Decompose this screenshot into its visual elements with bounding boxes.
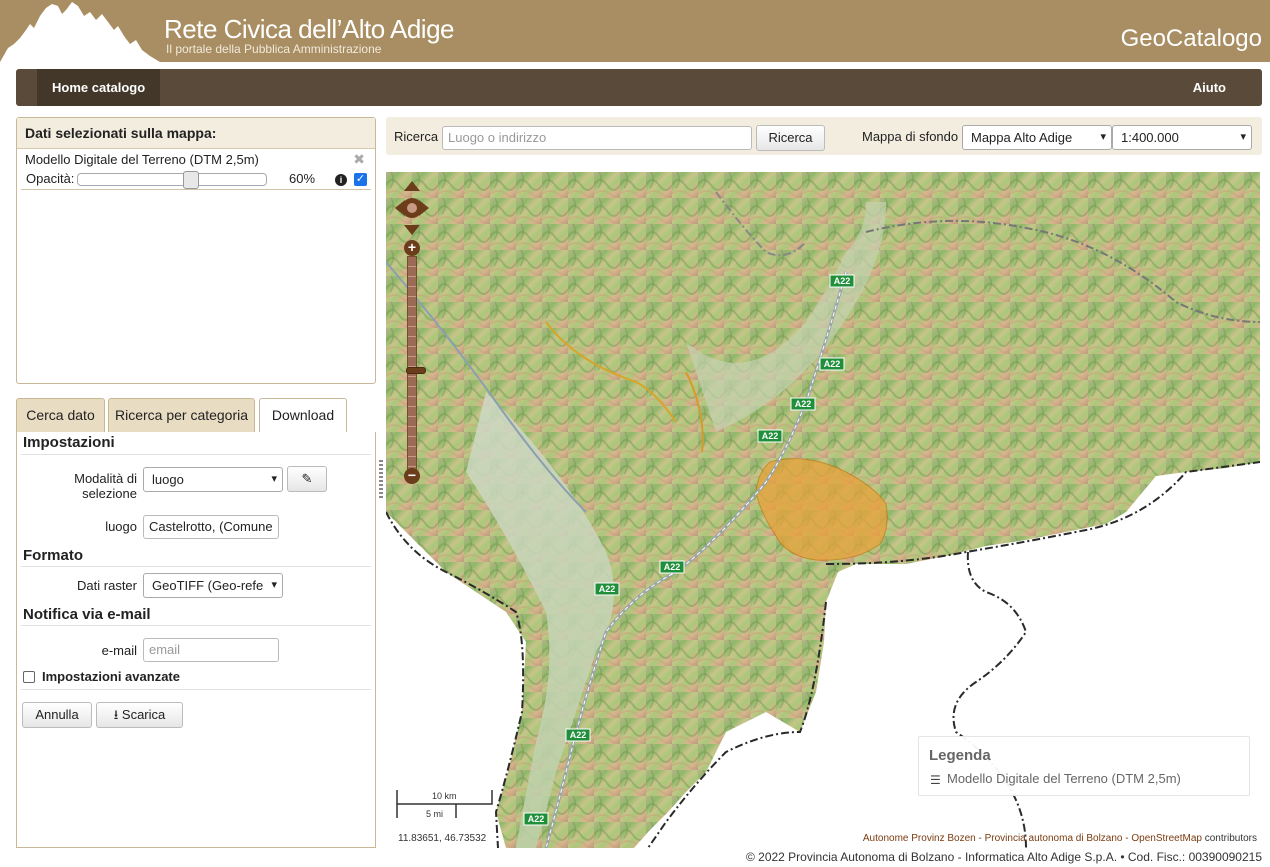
list-icon: ☰: [930, 773, 941, 787]
road-shield: A22: [594, 582, 620, 596]
info-icon[interactable]: i: [335, 174, 347, 186]
mouse-coordinates: 11.83651, 46.73532: [398, 833, 487, 844]
site-header: Rete Civica dell’Alto Adige Il portale d…: [0, 0, 1270, 62]
chevron-down-icon: ▾: [271, 579, 277, 591]
search-label: Ricerca: [394, 129, 439, 144]
divider: [21, 566, 371, 567]
mode-label: Modalità di selezione: [74, 471, 137, 501]
email-input[interactable]: email: [143, 638, 279, 662]
background-map-label: Mappa di sfondo: [862, 129, 959, 144]
mountains-logo-icon: [0, 2, 160, 62]
section-notifica: Notifica via e-mail: [23, 606, 151, 623]
site-subtitle: Il portale della Pubblica Amministrazion…: [166, 42, 382, 56]
mode-select-value: luogo: [152, 472, 184, 487]
scale-km: 10 km: [432, 791, 457, 801]
svg-text:A22: A22: [795, 399, 812, 409]
divider: [21, 454, 371, 455]
map-legend: Legenda ☰ Modello Digitale del Terreno (…: [918, 736, 1250, 796]
opacity-slider-handle[interactable]: [183, 171, 199, 189]
advanced-settings-label[interactable]: Impostazioni avanzate: [42, 669, 180, 684]
zoom-out-icon[interactable]: −: [404, 468, 420, 484]
legend-title: Legenda: [929, 747, 991, 764]
download-icon: ⭳: [113, 707, 119, 722]
road-shield: A22: [757, 429, 783, 443]
pan-arrows-icon[interactable]: [395, 181, 429, 235]
svg-text:A22: A22: [570, 730, 587, 740]
section-impostazioni: Impostazioni: [23, 434, 115, 451]
selected-layers-title: Dati selezionati sulla mappa:: [17, 118, 375, 149]
chevron-down-icon: ▾: [1100, 131, 1106, 143]
main-navbar: Home catalogo Aiuto: [16, 69, 1262, 106]
chevron-down-icon: ▾: [1240, 131, 1246, 143]
opacity-label: Opacità:: [26, 171, 75, 186]
svg-text:A22: A22: [664, 562, 681, 572]
svg-text:A22: A22: [762, 431, 779, 441]
download-button[interactable]: ⭳ Scarica: [96, 702, 183, 728]
nav-home-catalogo[interactable]: Home catalogo: [37, 69, 161, 106]
advanced-settings-checkbox[interactable]: [23, 671, 35, 683]
pencil-icon: ✎: [301, 471, 313, 486]
scale-select[interactable]: 1:400.000 ▾: [1112, 125, 1252, 150]
divider: [21, 689, 371, 690]
zoom-in-icon[interactable]: +: [404, 240, 420, 256]
cancel-button[interactable]: Annulla: [22, 702, 92, 728]
road-shield: A22: [829, 274, 855, 288]
download-button-label: Scarica: [121, 707, 166, 722]
svg-text:A22: A22: [599, 584, 616, 594]
chevron-down-icon: ▾: [271, 473, 277, 485]
raster-label: Dati raster: [77, 578, 137, 593]
road-shield: A22: [565, 728, 591, 742]
zoom-slider-handle[interactable]: [406, 367, 426, 374]
svg-text:A22: A22: [824, 359, 841, 369]
layer-row: Modello Digitale del Terreno (DTM 2,5m) …: [21, 149, 371, 190]
opacity-slider[interactable]: [77, 171, 267, 189]
road-shield: A22: [523, 812, 549, 826]
search-input[interactable]: Luogo o indirizzo: [442, 126, 752, 150]
selected-layers-panel: Dati selezionati sulla mappa: Modello Di…: [16, 117, 376, 384]
email-label: e-mail: [101, 643, 137, 658]
remove-layer-icon[interactable]: ✖: [353, 151, 365, 168]
background-map-select[interactable]: Mappa Alto Adige ▾: [962, 125, 1112, 150]
zoom-slider-track[interactable]: [406, 256, 426, 470]
place-label: luogo: [105, 519, 137, 534]
road-shield: A22: [819, 357, 845, 371]
tab-download[interactable]: Download: [259, 398, 347, 434]
tab-ricerca-categoria[interactable]: Ricerca per categoria: [108, 398, 255, 433]
divider: [21, 625, 371, 626]
scale-mi: 5 mi: [426, 809, 444, 819]
map-toolbar: Ricerca Luogo o indirizzo Ricerca Mappa …: [386, 117, 1262, 155]
panel-resize-handle[interactable]: [379, 460, 383, 500]
page-footer: © 2022 Provincia Autonoma di Bolzano - I…: [745, 850, 1262, 864]
attribution-text: contributors: [1204, 833, 1257, 844]
map-canvas[interactable]: A22 A22 A22 A22 A22 A22 A22 A22 + − Lege…: [386, 172, 1260, 848]
search-button[interactable]: Ricerca: [756, 125, 825, 151]
raster-format-select[interactable]: GeoTIFF (Geo-refe ▾: [143, 573, 283, 598]
layer-visibility-checkbox[interactable]: ✓: [354, 173, 367, 186]
background-map-value: Mappa Alto Adige: [971, 130, 1073, 145]
download-panel: Impostazioni Modalità di selezione luogo…: [16, 432, 376, 848]
app-name: GeoCatalogo: [1120, 25, 1262, 52]
place-input[interactable]: Castelrotto, (Comune: [143, 515, 279, 539]
edit-selection-button[interactable]: ✎: [287, 466, 327, 492]
scale-value: 1:400.000: [1121, 130, 1179, 145]
road-shield: A22: [790, 397, 816, 411]
layer-name: Modello Digitale del Terreno (DTM 2,5m): [25, 152, 259, 167]
section-formato: Formato: [23, 547, 83, 564]
map-attribution: Autonome Provinz Bozen - Provincia auton…: [863, 833, 1257, 844]
site-title[interactable]: Rete Civica dell’Alto Adige: [164, 14, 455, 45]
zoom-control[interactable]: + −: [404, 240, 426, 486]
tab-bar: Cerca dato Ricerca per categoria Downloa…: [16, 398, 376, 434]
raster-select-value: GeoTIFF (Geo-refe: [152, 578, 264, 593]
opacity-value: 60%: [289, 171, 316, 186]
legend-item: Modello Digitale del Terreno (DTM 2,5m): [947, 771, 1181, 786]
road-shield: A22: [659, 560, 685, 574]
attribution-link[interactable]: Autonome Provinz Bozen - Provincia auton…: [863, 833, 1202, 844]
mode-select[interactable]: luogo ▾: [143, 467, 283, 492]
svg-text:A22: A22: [528, 814, 545, 824]
tab-cerca-dato[interactable]: Cerca dato: [16, 398, 105, 433]
nav-help[interactable]: Aiuto: [1193, 69, 1226, 106]
svg-text:A22: A22: [834, 276, 851, 286]
